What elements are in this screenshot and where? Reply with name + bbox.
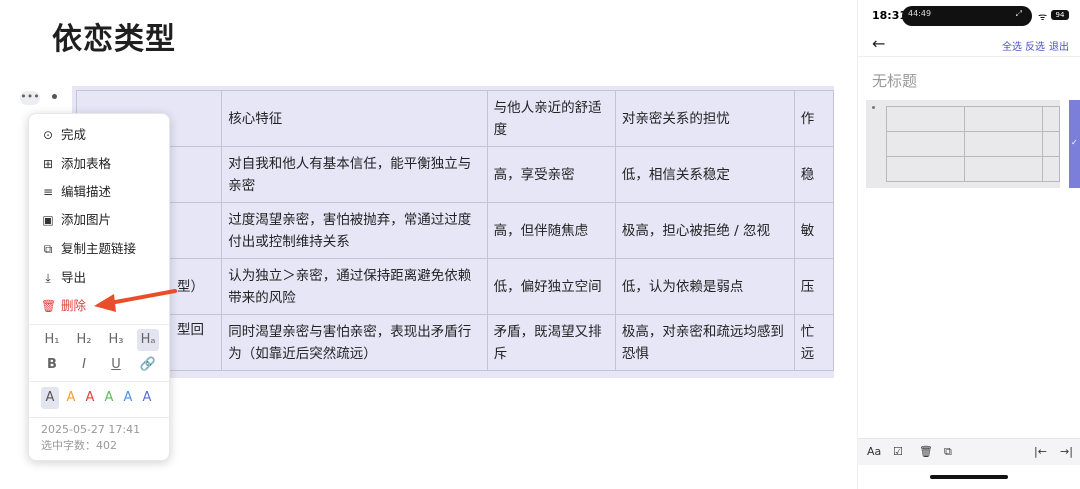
bold-button[interactable]: B [41,354,63,376]
table-cell[interactable]: 低，相信关系稳定 [614,146,795,203]
invert-selection-button[interactable]: 反选 [1025,38,1045,53]
table-row: 型） 认为独立＞亲密，通过保持距离避免依赖带来的风险 低，偏好独立空间 低，认为… [75,258,834,315]
trash-icon: 🗑 [41,299,57,313]
italic-button[interactable]: I [73,354,95,376]
text-color-default[interactable]: A [41,387,59,409]
recording-icon: ⤢ [1015,9,1022,18]
attachment-types-table: 核心特征 与他人亲近的舒适度 对亲密关系的担忧 作 对自我和他人有基本信任，能平… [75,90,834,371]
text-color-purple[interactable]: A [140,387,154,409]
bottom-toolbar: Aa ☑ 🗑 ⧉ |← →| [858,438,1080,465]
menu-item-edit-description[interactable]: ≡ 编辑描述 [41,181,111,203]
table-row: 过度渴望亲密，害怕被抛弃，常通过过度付出或控制维持关系 高，但伴随焦虑 极高，担… [75,202,834,259]
menu-item-add-image[interactable]: ▣ 添加图片 [41,209,111,231]
word-count: 选中字数：402 [41,439,117,452]
menu-item-label: 复制主题链接 [61,241,137,256]
phone-screen: 18:31 44:49 ⤢ ᯤ 94 ← 全选 反选 退出 无标题 ✓ Aa ☑… [857,0,1080,489]
menu-item-label: 编辑描述 [61,184,112,199]
table-cell[interactable]: 忙远 [793,314,834,371]
table-cell[interactable]: 认为独立＞亲密，通过保持距离避免依赖带来的风险 [221,258,488,315]
underline-button[interactable]: U [105,354,127,376]
table-icon: ⊞ [42,157,54,171]
back-arrow-icon[interactable]: ← [872,34,885,53]
checkbox-icon[interactable]: ☑ [893,445,903,458]
heading-3-button[interactable]: H₃ [105,329,127,351]
text-color-green[interactable]: A [102,387,116,409]
exit-button[interactable]: 退出 [1049,38,1069,53]
text-color-orange[interactable]: A [64,387,78,409]
attachment-table: 核心特征 与他人亲近的舒适度 对亲密关系的担忧 作 对自我和他人有基本信任，能平… [72,86,834,378]
menu-item-label: 添加表格 [61,156,112,171]
menu-item-label: 完成 [61,127,87,142]
table-cell[interactable]: 低，偏好独立空间 [486,258,616,315]
home-indicator [930,475,1008,479]
node-bullet[interactable] [52,94,57,99]
table-cell[interactable]: 稳 [793,146,834,203]
color-row: A A A A A A [41,387,154,409]
battery-icon: 94 [1051,10,1069,20]
header-divider [858,56,1080,57]
menu-divider [29,417,169,418]
wifi-icon: ᯤ [1038,12,1048,23]
download-icon: ⤓ [45,271,51,285]
table-cell[interactable]: 低，认为依赖是弱点 [614,258,795,315]
table-cell[interactable]: 高，但伴随焦虑 [486,202,616,259]
text-color-blue[interactable]: A [121,387,135,409]
table-cell[interactable]: 极高，对亲密和疏远均感到恐惧 [614,314,795,371]
heading-2-button[interactable]: H₂ [73,329,95,351]
table-cell[interactable]: 与他人亲近的舒适度 [486,90,616,147]
table-cell[interactable]: 极高，担心被拒绝 / 忽视 [614,202,795,259]
link-icon[interactable]: 🔗 [137,354,159,376]
table-cell[interactable]: 过度渴望亲密，害怕被抛弃，常通过过度付出或控制维持关系 [221,202,488,259]
edit-text-icon: ≡ [42,185,54,199]
selected-table-block[interactable] [866,100,1060,188]
island-timer: 44:49 [908,9,932,18]
style-row: B I U 🔗 [41,354,159,376]
text-color-red[interactable]: A [83,387,97,409]
menu-divider [29,324,169,325]
table-cell[interactable]: 作 [793,90,834,147]
selection-indicator[interactable]: ✓ [1069,100,1080,188]
table-cell[interactable]: 高，享受亲密 [486,146,616,203]
menu-item-copy-topic-link[interactable]: ⧉ 复制主题链接 [41,238,136,260]
table-row: 型回 同时渴望亲密与害怕亲密，表现出矛盾行为（如靠近后突然疏远） 矛盾，既渴望又… [75,314,834,371]
select-all-button[interactable]: 全选 [1002,38,1022,53]
table-cell[interactable]: 同时渴望亲密与害怕亲密，表现出矛盾行为（如靠近后突然疏远） [221,314,488,371]
check-icon: ✓ [1071,138,1078,147]
menu-divider [29,381,169,382]
heading-row: H₁ H₂ H₃ Hₐ [41,329,159,351]
check-circle-icon: ⊙ [42,128,54,142]
menu-item-label: 添加图片 [61,212,112,227]
table-row: 对自我和他人有基本信任，能平衡独立与亲密 高，享受亲密 低，相信关系稳定 稳 [75,146,834,203]
outdent-icon[interactable]: |← [1034,445,1047,458]
page-title[interactable]: 无标题 [872,70,917,91]
document-title: 依恋类型 [52,22,176,57]
dynamic-island: 44:49 ⤢ [902,6,1032,26]
table-cell[interactable]: 敏 [793,202,834,259]
table-cell[interactable]: 压 [793,258,834,315]
more-options-button[interactable]: ••• [20,91,40,105]
mini-table [885,106,1060,182]
table-header-row: 核心特征 与他人亲近的舒适度 对亲密关系的担忧 作 [75,90,834,147]
heading-1-button[interactable]: H₁ [41,329,63,351]
heading-normal-button[interactable]: Hₐ [137,329,159,351]
table-cell[interactable]: 对自我和他人有基本信任，能平衡独立与亲密 [221,146,488,203]
copy-icon[interactable]: ⧉ [944,445,952,459]
indent-icon[interactable]: →| [1060,445,1073,458]
annotation-arrow-delete [94,289,177,312]
node-bullet [872,106,875,109]
image-icon: ▣ [42,213,54,227]
menu-item-add-table[interactable]: ⊞ 添加表格 [41,153,111,175]
menu-item-complete[interactable]: ⊙ 完成 [41,124,86,146]
link-copy-icon: ⧉ [43,242,53,256]
timestamp: 2025-05-27 17:41 [41,423,141,436]
table-cell[interactable]: 矛盾，既渴望又排斥 [486,314,616,371]
font-style-button[interactable]: Aa [867,445,881,458]
table-cell[interactable]: 对亲密关系的担忧 [614,90,795,147]
table-cell[interactable]: 核心特征 [221,90,488,147]
trash-icon[interactable]: 🗑 [919,445,933,458]
